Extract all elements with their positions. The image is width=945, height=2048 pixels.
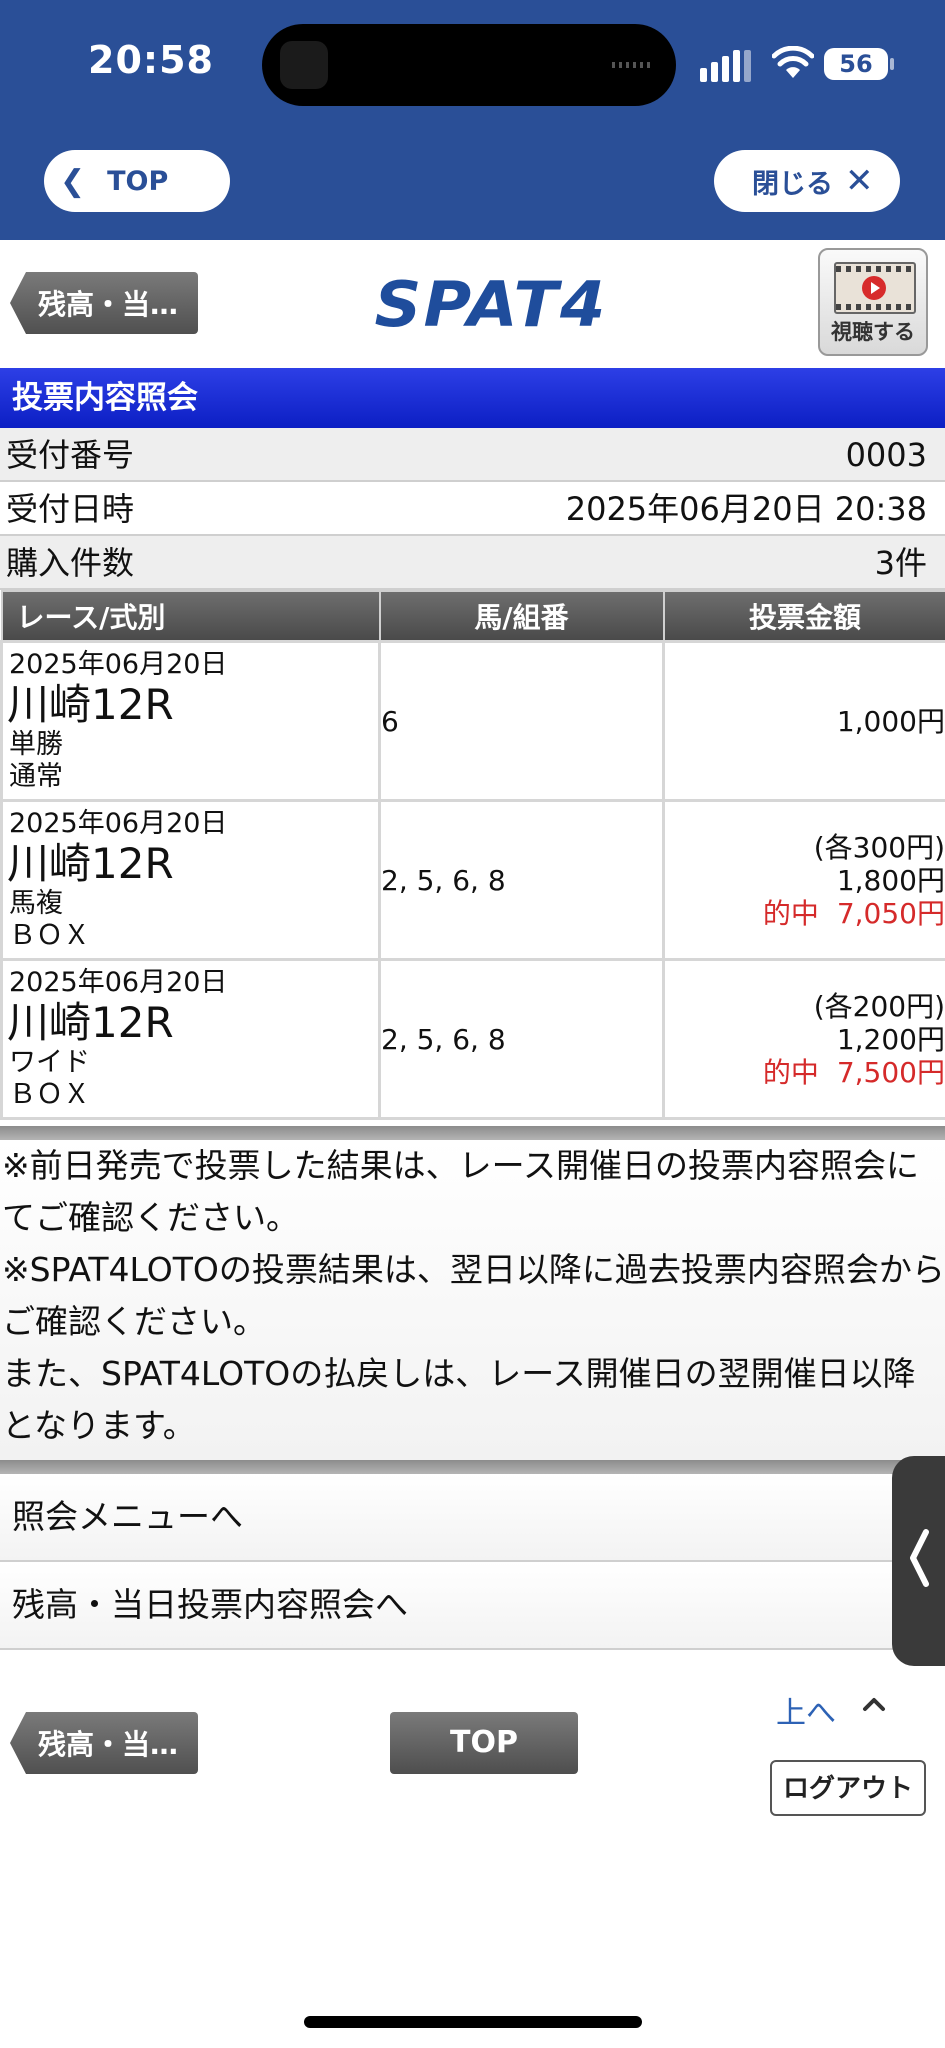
note-text: また、SPAT4LOTOの払戻しは、レース開催日の翌開催日以降となります。 [2,1354,916,1445]
bets-table: レース/式別 馬/組番 投票金額 2025年06月20日 川崎12R 単勝 通常… [0,590,945,1120]
hit-label: 的中 [762,1055,819,1089]
amount-cell: (各200円) 1,200円 的中 7,500円 [662,958,945,1120]
bet-amount: 1,000円 [836,704,945,738]
purchase-count-label: 購入件数 [6,544,135,582]
column-header-race: レース/式別 [0,590,381,643]
race-name: 川崎12R [7,839,174,888]
divider [0,1126,945,1140]
bet-type: ワイド [9,1047,90,1078]
receipt-number-value: 0003 [845,436,927,474]
purchase-count-row: 購入件数 3件 [0,536,945,590]
chevron-up-icon[interactable] [862,1696,886,1712]
footer-back-label: 残高・当… [38,1728,179,1761]
dynamic-island [262,24,676,106]
note-text: ※SPAT4LOTOの投票結果は、翌日以降に過去投票内容照会からご確認ください。 [2,1250,945,1341]
race-cell: 2025年06月20日 川崎12R 単勝 通常 [0,640,381,802]
note-text: ※前日発売で投票した結果は、レース開催日の投票内容照会にてご確認ください。 [2,1146,920,1237]
hit-result: 的中 7,500円 [665,1056,945,1089]
spat4-logo: SPAT4 [374,268,608,341]
hit-label: 的中 [762,896,819,930]
table-row: 2025年06月20日 川崎12R 単勝 通常 6 1,000円 [0,640,945,802]
purchase-count-value: 3件 [874,544,927,582]
receipt-number-label: 受付番号 [6,436,135,474]
race-name: 川崎12R [7,680,174,729]
payout-amount: 7,050円 [836,896,945,930]
payout-amount: 7,500円 [836,1055,945,1089]
bet-type: 単勝 [9,729,63,760]
logout-button[interactable]: ログアウト [770,1760,926,1816]
received-datetime-row: 受付日時 2025年06月20日 20:38 [0,482,945,536]
chevron-left-icon: ❮ [60,163,86,199]
divider [0,1460,945,1474]
side-drawer-tab[interactable] [892,1456,945,1666]
watch-video-button[interactable]: 視聴する [818,248,928,356]
race-name: 川崎12R [7,998,174,1047]
race-cell: 2025年06月20日 川崎12R ワイド ＢＯＸ [0,958,381,1120]
camera-icon [280,41,328,89]
bet-amount: 1,200円 [836,1022,945,1056]
race-date: 2025年06月20日 [9,649,228,680]
combination-cell: 2, 5, 6, 8 [378,958,665,1120]
inquiry-menu-link[interactable]: 照会メニューへ [0,1474,945,1562]
hit-result: 的中 7,050円 [665,897,945,930]
bet-method: ＢＯＸ [9,920,90,951]
top-bar: 20:58 56 ❮ TOP 閉じる ✕ [0,0,945,240]
amount-cell: 1,000円 [662,640,945,802]
receipt-number-row: 受付番号 0003 [0,428,945,482]
nav-close-button[interactable]: 閉じる ✕ [714,150,900,212]
status-time: 20:58 [88,38,214,82]
column-header-combo: 馬/組番 [378,590,665,643]
activity-indicator [612,62,654,68]
page-title: 投票内容照会 [0,368,945,428]
table-row: 2025年06月20日 川崎12R ワイド ＢＯＸ 2, 5, 6, 8 (各2… [0,958,945,1120]
chevron-left-icon [910,1529,929,1587]
page-header: 残高・当… SPAT4 視聴する [0,240,945,368]
watch-video-label: 視聴する [831,320,915,344]
balance-inquiry-link[interactable]: 残高・当日投票内容照会へ [0,1562,945,1650]
received-datetime-value: 2025年06月20日 20:38 [565,490,927,528]
nav-close-label: 閉じる [752,168,833,200]
race-date: 2025年06月20日 [9,967,228,998]
unit-amount: (各300円) [813,830,945,864]
bet-amount: 1,800円 [836,863,945,897]
close-icon: ✕ [845,161,874,201]
wifi-icon [772,46,814,78]
race-cell: 2025年06月20日 川崎12R 馬複 ＢＯＸ [0,799,381,961]
home-indicator [304,2016,642,2028]
play-icon [862,276,886,300]
footer-back-button[interactable]: 残高・当… [10,1712,198,1774]
race-date: 2025年06月20日 [9,808,228,839]
amount-cell: (各300円) 1,800円 的中 7,050円 [662,799,945,961]
combination-cell: 2, 5, 6, 8 [378,799,665,961]
nav-top-label: TOP [107,165,169,197]
column-header-amount: 投票金額 [662,590,945,643]
back-button-label: 残高・当… [38,288,179,321]
footer-top-button[interactable]: TOP [390,1712,578,1774]
battery-icon: 56 [824,48,894,80]
table-row: 2025年06月20日 川崎12R 馬複 ＢＯＸ 2, 5, 6, 8 (各30… [0,799,945,961]
received-datetime-label: 受付日時 [6,490,135,528]
bet-method: 通常 [9,761,63,792]
combination-cell: 6 [378,640,665,802]
notes: ※前日発売で投票した結果は、レース開催日の投票内容照会にてご確認ください。 ※S… [0,1140,945,1460]
scroll-top-link[interactable]: 上へ [776,1688,836,1732]
bet-method: ＢＯＸ [9,1079,90,1110]
bet-type: 馬複 [9,888,63,919]
unit-amount: (各200円) [813,989,945,1023]
back-button[interactable]: 残高・当… [10,272,198,334]
film-icon [834,262,916,314]
table-header-row: レース/式別 馬/組番 投票金額 [0,590,945,643]
nav-top-button[interactable]: ❮ TOP [44,150,230,212]
